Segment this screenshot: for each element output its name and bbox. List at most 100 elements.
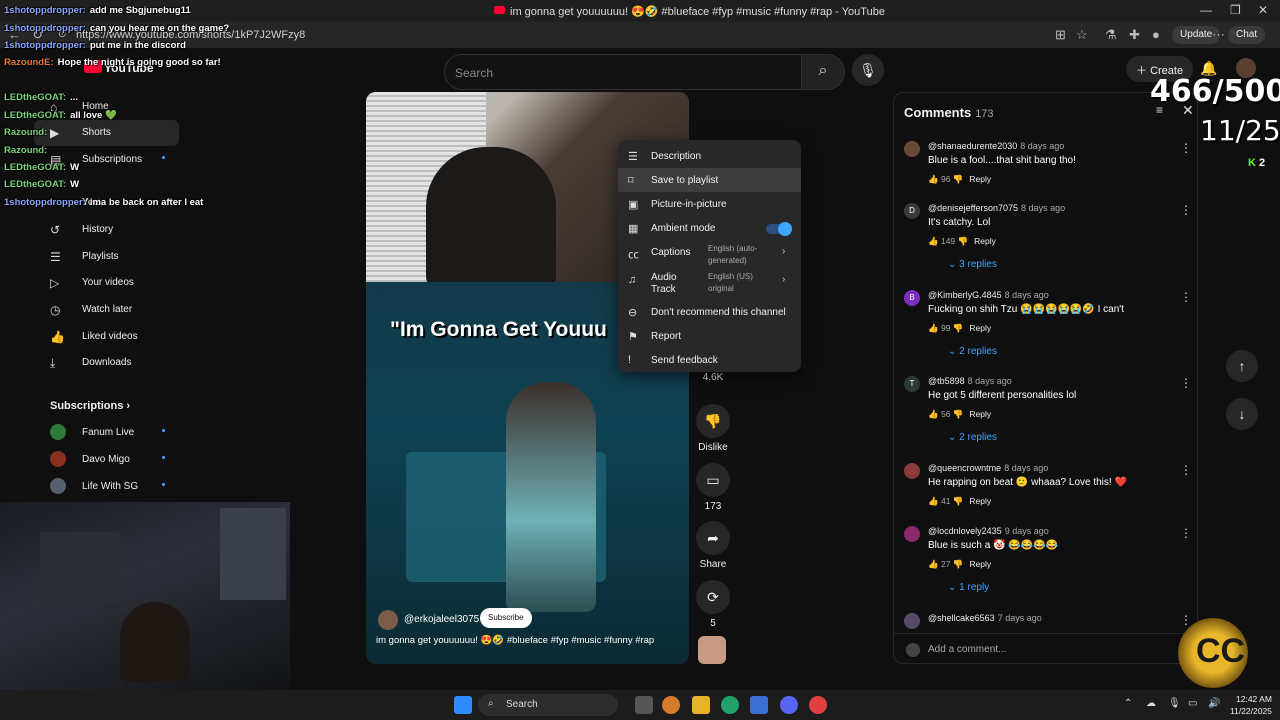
comment-author[interactable]: @shanaedurente2030 8 days ago — [928, 141, 1064, 151]
commenter-avatar[interactable]: B — [904, 290, 920, 306]
menu-item-save-to-playlist[interactable]: ⌑ Save to playlist — [618, 168, 801, 192]
store-icon[interactable] — [750, 696, 768, 714]
discord-icon[interactable] — [780, 696, 798, 714]
like-icon[interactable]: 👍 — [928, 236, 939, 246]
sidebar-item-watch-later[interactable]: ◷ Watch later — [34, 297, 179, 323]
comment-username[interactable]: @KimberlyG.4845 — [928, 290, 1002, 300]
chat-button[interactable]: Chat — [1228, 26, 1266, 44]
sidebar-item-history[interactable]: ↺ History — [34, 217, 179, 243]
share-button[interactable]: ➦ Share — [696, 521, 730, 570]
maximize-icon[interactable]: ❐ — [1230, 3, 1241, 17]
dislike-icon[interactable]: 👎 — [953, 174, 964, 184]
comment-more-icon[interactable]: ⋮ — [1180, 376, 1192, 390]
extensions-icon[interactable]: ⊞ — [1055, 27, 1066, 43]
commenter-avatar[interactable] — [904, 526, 920, 542]
subscribe-button[interactable]: Subscribe — [480, 608, 532, 628]
edge-browser-icon[interactable] — [721, 696, 739, 714]
tray-chevron-icon[interactable]: ⌃ — [1124, 698, 1132, 709]
reply-button[interactable]: Reply — [969, 323, 991, 333]
dislike-icon[interactable]: 👎 — [953, 409, 964, 419]
comment-author[interactable]: @KimberlyG.4845 8 days ago — [928, 290, 1049, 300]
subscription-item[interactable]: Fanum Live — [34, 420, 179, 446]
menu-item-description[interactable]: ☰ Description — [618, 144, 801, 168]
subscription-item[interactable]: Davo Migo — [34, 447, 179, 473]
network-icon[interactable]: ▭ — [1188, 698, 1197, 709]
menu-item-audio-track[interactable]: ♫ Audio Track English (US) original › — [618, 268, 801, 300]
commenter-avatar[interactable]: T — [904, 376, 920, 392]
view-replies-button[interactable]: ⌄ 3 replies — [948, 259, 997, 270]
menu-item-dont-recommend[interactable]: ⊖ Don't recommend this channel — [618, 300, 801, 324]
windows-start-icon[interactable] — [454, 696, 472, 714]
comment-username[interactable]: @tb5898 — [928, 376, 965, 386]
comment-more-icon[interactable]: ⋮ — [1180, 141, 1192, 155]
subscription-item[interactable]: Life With SG — [34, 474, 179, 500]
menu-item-ambient-mode[interactable]: ▦ Ambient mode — [618, 216, 801, 240]
comment-username[interactable]: @shanaedurente2030 — [928, 141, 1017, 151]
obs-icon[interactable] — [809, 696, 827, 714]
task-view-icon[interactable] — [635, 696, 653, 714]
comment-author[interactable]: @locdnlovely2435 9 days ago — [928, 526, 1049, 536]
copilot-icon[interactable] — [662, 696, 680, 714]
like-icon[interactable]: 👍 — [928, 323, 939, 333]
like-icon[interactable]: 👍 — [928, 174, 939, 184]
remix-icon[interactable]: ⟳ — [696, 580, 730, 614]
next-short-button[interactable]: ↓ — [1226, 398, 1258, 430]
menu-item-send-feedback[interactable]: ! Send feedback — [618, 348, 801, 372]
profile-icon[interactable]: ● — [1152, 27, 1160, 42]
microphone-icon[interactable]: 🎙 — [852, 54, 884, 86]
close-window-icon[interactable]: ✕ — [1258, 3, 1268, 17]
reply-button[interactable]: Reply — [969, 174, 991, 184]
flask-icon[interactable]: ⚗ — [1105, 27, 1117, 43]
ambient-mode-toggle[interactable] — [766, 222, 792, 236]
microphone-icon[interactable]: 🎙 — [1168, 698, 1181, 709]
dislike-icon[interactable]: 👎 — [953, 559, 964, 569]
view-replies-button[interactable]: ⌄ 2 replies — [948, 346, 997, 357]
like-icon[interactable]: 👍 — [928, 496, 939, 506]
comment-icon[interactable]: ▭ — [696, 463, 730, 497]
previous-short-button[interactable]: ↑ — [1226, 350, 1258, 382]
tray-icon[interactable]: ☁ — [1146, 698, 1156, 709]
comment-username[interactable]: @locdnlovely2435 — [928, 526, 1002, 536]
sidebar-item-downloads[interactable]: ⤓ Downloads — [34, 350, 179, 376]
sidebar-item-playlists[interactable]: ☰ Playlists — [34, 244, 179, 270]
minimize-icon[interactable]: — — [1200, 3, 1212, 17]
view-replies-button[interactable]: ⌄ 1 reply — [948, 582, 989, 593]
sound-thumbnail[interactable] — [698, 636, 726, 664]
comment-author[interactable]: @denisejefferson7075 8 days ago — [928, 203, 1065, 213]
subscriptions-heading[interactable]: Subscriptions › — [50, 400, 130, 412]
comment-author[interactable]: @tb5898 8 days ago — [928, 376, 1012, 386]
video-title[interactable]: im gonna get youuuuuu! 😍🤣 #blueface #fyp… — [376, 635, 654, 646]
comment-more-icon[interactable]: ⋮ — [1180, 290, 1192, 304]
file-explorer-icon[interactable] — [692, 696, 710, 714]
comment-username[interactable]: @shellcake6563 — [928, 613, 995, 623]
sidebar-item-your-videos[interactable]: ▷ Your videos — [34, 270, 179, 296]
like-icon[interactable]: 👍 — [928, 409, 939, 419]
reply-button[interactable]: Reply — [974, 236, 996, 246]
comment-author[interactable]: @queencrowntme 8 days ago — [928, 463, 1048, 473]
comment-more-icon[interactable]: ⋮ — [1180, 203, 1192, 217]
comment-more-icon[interactable]: ⋮ — [1180, 526, 1192, 540]
comment-author[interactable]: @shellcake6563 7 days ago — [928, 613, 1042, 623]
sidebar-item-liked-videos[interactable]: 👍 Liked videos — [34, 324, 179, 350]
puzzle-icon[interactable]: ✚ — [1129, 27, 1140, 43]
dislike-button[interactable]: 👎 Dislike — [696, 404, 730, 453]
bookmark-star-icon[interactable]: ☆ — [1076, 27, 1088, 43]
dislike-icon[interactable]: 👎 — [953, 323, 964, 333]
clock[interactable]: 12:42 AM 11/22/2025 — [1230, 693, 1272, 717]
reply-button[interactable]: Reply — [969, 559, 991, 569]
menu-item-picture-in-picture[interactable]: ▣ Picture-in-picture — [618, 192, 801, 216]
channel-avatar[interactable] — [378, 610, 398, 630]
dislike-icon[interactable]: 👎 — [696, 404, 730, 438]
menu-item-captions[interactable]: ㏄ Captions English (auto-generated) › — [618, 240, 801, 268]
share-icon[interactable]: ➦ — [696, 521, 730, 555]
reply-button[interactable]: Reply — [969, 409, 991, 419]
dislike-icon[interactable]: 👎 — [953, 496, 964, 506]
reply-button[interactable]: Reply — [969, 496, 991, 506]
commenter-avatar[interactable] — [904, 463, 920, 479]
browser-menu-icon[interactable]: ⋯ — [1212, 27, 1225, 43]
commenter-avatar[interactable] — [904, 141, 920, 157]
dislike-icon[interactable]: 👎 — [958, 236, 969, 246]
commenter-avatar[interactable] — [904, 613, 920, 629]
add-comment-input[interactable]: Add a comment... — [894, 633, 1197, 663]
volume-icon[interactable]: 🔊 — [1208, 698, 1220, 709]
